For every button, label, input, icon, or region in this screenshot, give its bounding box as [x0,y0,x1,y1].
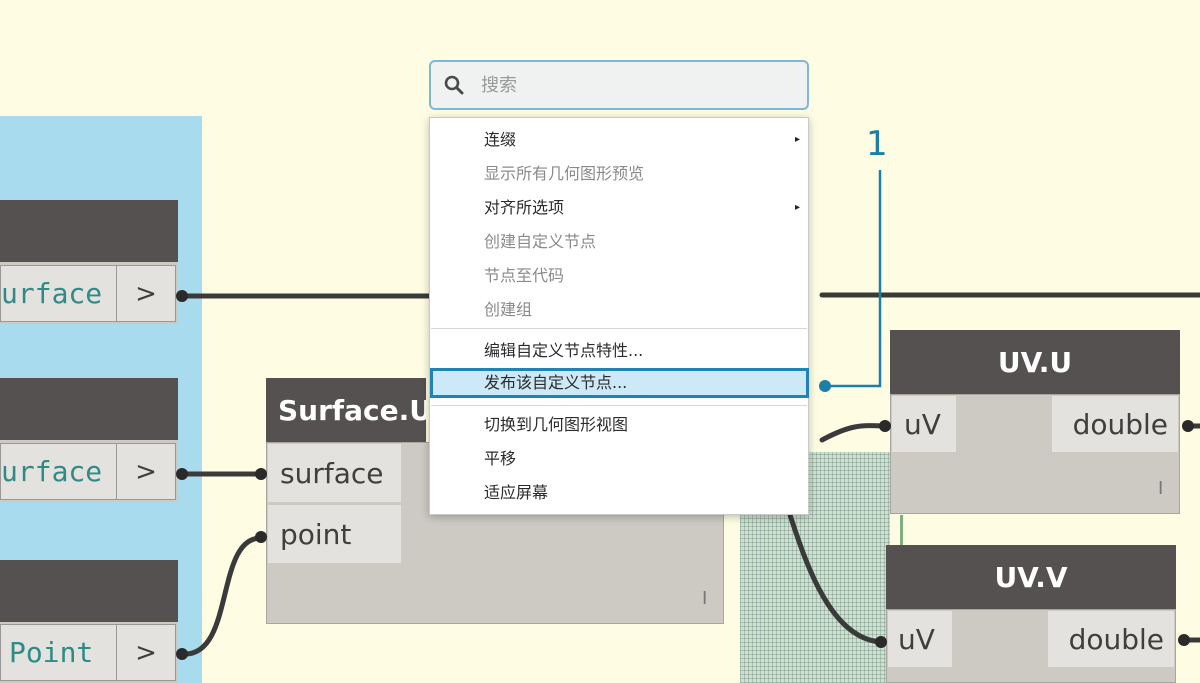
node-search-box[interactable] [429,60,809,110]
menu-item-node-to-code[interactable]: 节点至代码 [430,261,808,291]
left-node-middle-output-label: urface [0,443,116,500]
search-icon [444,75,464,95]
menu-item-publish-custom-node[interactable]: 发布该自定义节点... [430,368,809,398]
uv-v-input-uv[interactable]: uV [888,611,952,667]
menu-separator [431,328,807,329]
left-node-middle-header[interactable] [0,378,178,440]
callout-number: 1 [866,124,888,164]
uv-u-input-dot[interactable] [879,420,891,432]
left-node-top-header[interactable] [0,200,178,262]
submenu-arrow-icon: ▸ [794,202,800,213]
left-node-bottom-output-label: Point [0,624,116,681]
menu-item-switch-to-geometry-view[interactable]: 切换到几何图形视图 [430,410,808,440]
callout-leader-line [819,170,882,392]
wire-to-uvu [819,423,888,443]
surface-uv-node-title[interactable]: Surface.UV [266,378,426,442]
menu-item-align-selection[interactable]: 对齐所选项 ▸ [430,193,808,223]
left-node-middle-output-port[interactable]: > [116,443,176,500]
left-node-middle-output-dot[interactable] [176,468,188,480]
search-input[interactable] [481,70,781,100]
surface-uv-lacing-indicator[interactable]: I [702,588,707,609]
surface-uv-input-surface-dot[interactable] [255,468,267,480]
left-node-bottom-output-dot[interactable] [176,648,188,660]
menu-item-pan[interactable]: 平移 [430,444,808,474]
left-node-top-output-dot[interactable] [176,290,188,302]
context-menu: 连缀 ▸ 显示所有几何图形预览 对齐所选项 ▸ 创建自定义节点 节点至代码 创建… [429,117,809,515]
menu-item-create-custom-node[interactable]: 创建自定义节点 [430,227,808,257]
uv-u-node-title[interactable]: UV.U [890,330,1180,394]
surface-uv-input-surface[interactable]: surface [268,444,401,502]
menu-item-fit-to-screen[interactable]: 适应屏幕 [430,478,808,508]
uv-v-node-title[interactable]: UV.V [886,545,1176,609]
left-node-top-output-label: urface [0,265,116,322]
uv-u-lacing-indicator[interactable]: I [1158,478,1163,499]
left-node-bottom-output-port[interactable]: > [116,624,176,681]
uv-u-output-dot[interactable] [1182,420,1194,432]
menu-item-edit-custom-node-properties[interactable]: 编辑自定义节点特性... [430,336,808,366]
uv-u-input-uv[interactable]: uV [892,396,956,452]
uv-v-output-double[interactable]: double [1048,611,1174,667]
surface-uv-input-point-dot[interactable] [255,531,267,543]
surface-uv-input-point[interactable]: point [268,505,401,563]
menu-item-align-selection-label: 对齐所选项 [484,198,565,217]
menu-item-lacing-label: 连缀 [484,130,517,149]
left-node-bottom-header[interactable] [0,560,178,622]
geometry-preview-edge [900,515,903,545]
submenu-arrow-icon: ▸ [794,134,800,145]
uv-v-input-dot[interactable] [875,636,887,648]
menu-item-lacing[interactable]: 连缀 ▸ [430,125,808,155]
uv-v-output-dot[interactable] [1178,634,1190,646]
menu-item-create-group[interactable]: 创建组 [430,295,808,325]
menu-item-show-all-geometry-preview[interactable]: 显示所有几何图形预览 [430,159,808,189]
uv-u-output-double[interactable]: double [1052,396,1178,452]
menu-separator [431,405,807,406]
left-node-top-output-port[interactable]: > [116,265,176,322]
